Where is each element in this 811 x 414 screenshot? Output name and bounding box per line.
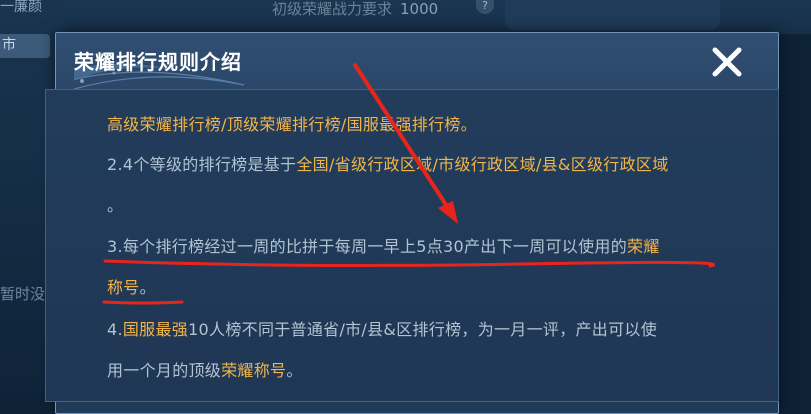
rule-line-4-seg-2: 国服最强 <box>122 320 189 339</box>
close-button[interactable] <box>702 39 752 85</box>
background-top-left-text: 一廉颜 <box>0 0 42 15</box>
rule-line-4-seg-3: 10人榜不同于普通省/市/县&区排行榜，为一月一评，产出可以使 <box>188 320 657 339</box>
rule-line-1: 高级荣耀排行榜/顶级荣耀排行榜/国服最强排行榜。 <box>107 111 477 135</box>
rule-line-3-seg-1: 3.每个排行榜经过一周的比拼于每周一早上5点30产出下一周可以使用的 <box>107 237 628 256</box>
rule-line-2-seg-2: 全国/省级行政区域/市级行政区域/县&区级行政区域 <box>296 155 669 174</box>
rule-line-2-cont-seg-1: 。 <box>107 196 124 215</box>
rule-line-4-cont-seg-3: 。 <box>286 361 303 380</box>
background-power-requirement: 初级荣耀战力要求 1000 <box>272 0 438 19</box>
rule-line-3-seg-2: 荣耀 <box>627 237 660 256</box>
background-city-tab[interactable]: 市 <box>0 34 50 58</box>
background-card <box>505 0 720 30</box>
rule-line-1-seg-1: 高级荣耀排行榜/顶级荣耀排行榜/国服最强排行榜。 <box>107 115 477 134</box>
rule-line-3-cont: 称号。 <box>107 274 156 298</box>
requirement-label: 初级荣耀战力要求 <box>272 0 393 18</box>
requirement-value: 1000 <box>400 0 439 18</box>
rule-line-4-cont: 用一个月的顶级荣耀称号。 <box>107 357 303 381</box>
rule-line-3: 3.每个排行榜经过一周的比拼于每周一早上5点30产出下一周可以使用的荣耀 <box>107 233 660 257</box>
rule-line-4-cont-seg-1: 用一个月的顶级 <box>107 361 222 380</box>
dialog-title: 荣耀排行规则介绍 <box>74 50 242 74</box>
rule-line-2-seg-1: 2.4个等级的排行榜是基于 <box>107 155 297 174</box>
rule-line-4-seg-1: 4. <box>107 320 123 339</box>
rule-line-2-cont: 。 <box>107 192 123 216</box>
rule-line-3-cont-seg-1: 称号 <box>107 278 140 297</box>
rule-line-2: 2.4个等级的排行榜是基于全国/省级行政区域/市级行政区域/县&区级行政区域 <box>107 151 669 175</box>
rule-line-4-cont-seg-2: 荣耀称号 <box>221 361 287 380</box>
rule-line-3-cont-seg-2: 。 <box>139 278 156 297</box>
close-icon <box>712 47 742 77</box>
rule-line-4: 4.国服最强10人榜不同于普通省/市/县&区排行榜，为一月一评，产出可以使 <box>107 316 657 340</box>
